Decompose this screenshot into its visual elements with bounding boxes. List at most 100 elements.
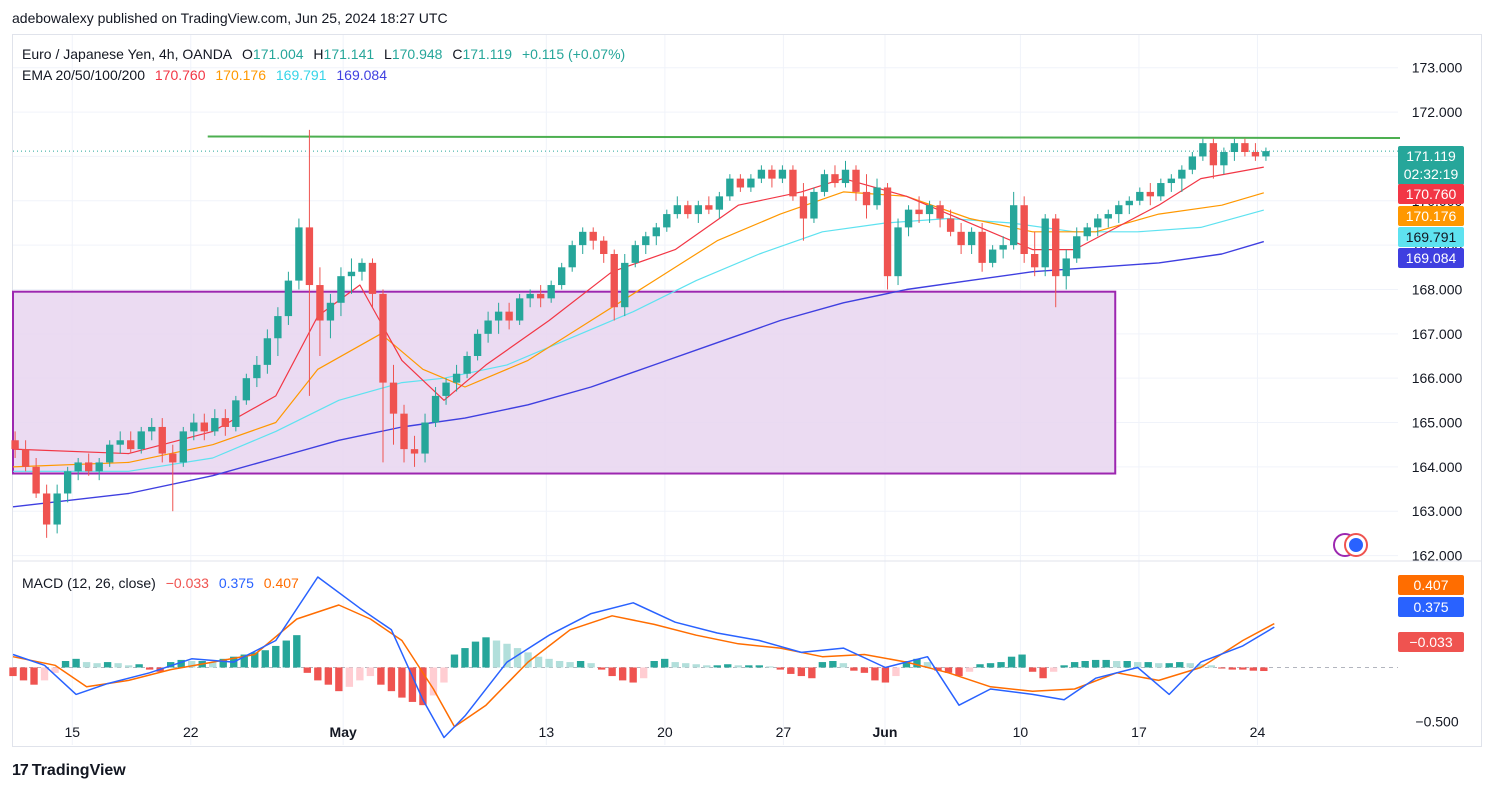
macd-histogram-bar xyxy=(366,667,375,677)
macd-histogram-bar xyxy=(1112,661,1121,668)
macd-histogram-bar xyxy=(1249,667,1257,671)
candle xyxy=(978,222,986,272)
candle xyxy=(904,205,913,237)
candle-body xyxy=(1230,143,1239,152)
candle xyxy=(1251,143,1260,161)
last-price-value: 171.119 xyxy=(1406,148,1456,164)
candle-body xyxy=(589,231,597,241)
candle-body xyxy=(421,422,429,454)
chart-canvas[interactable]: 173.000172.000171.000170.000169.000168.0… xyxy=(0,0,1496,793)
candle xyxy=(778,165,787,184)
macd-histogram-bar xyxy=(587,663,595,668)
candle-body xyxy=(536,293,545,299)
macd-histogram-bar xyxy=(503,643,511,668)
candle-body xyxy=(694,205,703,215)
candle-body xyxy=(789,169,797,197)
tradingview-logo[interactable]: 17 TradingView xyxy=(12,762,126,780)
candle xyxy=(757,165,766,184)
macd-line-tag: 0.375 xyxy=(1398,597,1464,617)
candle xyxy=(42,484,51,538)
candle-body xyxy=(726,178,734,197)
candle-body xyxy=(379,293,387,383)
candle-body xyxy=(715,196,724,210)
candle-body xyxy=(158,426,166,454)
compare-icon[interactable] xyxy=(1333,533,1368,557)
candle-body xyxy=(1115,205,1123,215)
macd-line xyxy=(12,576,1275,739)
candle xyxy=(967,227,976,254)
candle-body xyxy=(284,280,293,317)
ema-label: EMA 20/50/100/200 xyxy=(22,67,145,83)
macd-histogram-bar xyxy=(1134,662,1142,668)
macd-histogram-bar xyxy=(1091,659,1100,668)
bar-countdown: 02:32:19 xyxy=(1403,166,1459,182)
candle xyxy=(53,484,61,534)
candle-body xyxy=(705,205,713,210)
macd-histogram-bar xyxy=(1028,667,1037,672)
macd-histogram-bar xyxy=(608,667,616,677)
candle xyxy=(726,174,734,201)
macd-histogram-bar xyxy=(682,663,690,668)
candle-body xyxy=(221,418,230,427)
candle-body xyxy=(263,338,272,365)
candle-body xyxy=(190,422,198,432)
candle-body xyxy=(757,169,766,179)
candle xyxy=(894,218,902,286)
macd-histogram-bar xyxy=(72,658,80,668)
demand-zone-box xyxy=(12,290,1117,475)
candle-body xyxy=(169,453,177,463)
macd-histogram-bar xyxy=(145,667,154,670)
x-tick-label: 22 xyxy=(183,724,199,740)
candle-body xyxy=(179,431,187,463)
macd-histogram-bar xyxy=(597,667,606,670)
candle xyxy=(1115,200,1123,223)
candle-body xyxy=(883,187,892,277)
ema50-value: 170.176 xyxy=(215,67,266,83)
candle-body xyxy=(673,205,681,215)
candle xyxy=(862,174,871,219)
macd-histogram-bar xyxy=(776,667,784,670)
macd-signal-value: 0.407 xyxy=(263,575,299,591)
macd-histogram-bar xyxy=(492,640,501,668)
time-axis: 15 22 May 13 20 27 Jun 10 17 24 xyxy=(64,724,1265,740)
candle-body xyxy=(463,356,471,374)
macd-histogram-bar xyxy=(1176,662,1184,668)
candle-body xyxy=(410,449,419,454)
candle-body xyxy=(515,298,524,321)
macd-histogram-bar xyxy=(566,662,574,668)
resistance-trendline xyxy=(207,135,1401,139)
ohlc-open: O171.004 xyxy=(242,46,304,62)
candle-body xyxy=(862,191,871,206)
macd-histogram-bar xyxy=(545,658,553,668)
ema50-tag: 170.176 xyxy=(1398,206,1464,226)
candle-body xyxy=(1167,178,1176,184)
tradingview-brand: TradingView xyxy=(31,762,126,779)
candle xyxy=(169,444,177,512)
macd-y-tick-label: −0.500 xyxy=(1415,713,1458,729)
macd-histogram-bar xyxy=(82,662,91,668)
macd-histogram-bar xyxy=(1207,665,1215,668)
candle-body xyxy=(1136,191,1144,201)
macd-histogram-bar xyxy=(461,648,469,668)
macd-histogram-bar xyxy=(324,667,333,685)
candle xyxy=(957,222,965,254)
macd-histogram-bar xyxy=(965,667,974,672)
candle-body xyxy=(831,174,839,184)
macd-histogram-bar xyxy=(1155,663,1163,668)
macd-signal-tag: 0.407 xyxy=(1398,575,1464,595)
candle xyxy=(1073,227,1081,263)
macd-histogram-bar xyxy=(534,656,543,668)
macd-histogram-bar xyxy=(787,667,795,674)
macd-histogram-bar xyxy=(724,664,732,668)
candle-body xyxy=(1031,254,1039,268)
candle xyxy=(642,231,650,254)
candle-body xyxy=(106,444,114,463)
ema100-tag: 169.791 xyxy=(1398,227,1464,247)
macd-histogram-bar xyxy=(755,665,763,668)
macd-histogram-bar xyxy=(692,664,700,668)
macd-legend: MACD (12, 26, close) −0.033 0.375 0.407 xyxy=(22,575,305,591)
candle-body xyxy=(852,169,860,192)
macd-histogram-bar xyxy=(881,667,890,683)
macd-histogram-bar xyxy=(335,667,343,692)
macd-histogram-bar xyxy=(797,667,806,677)
